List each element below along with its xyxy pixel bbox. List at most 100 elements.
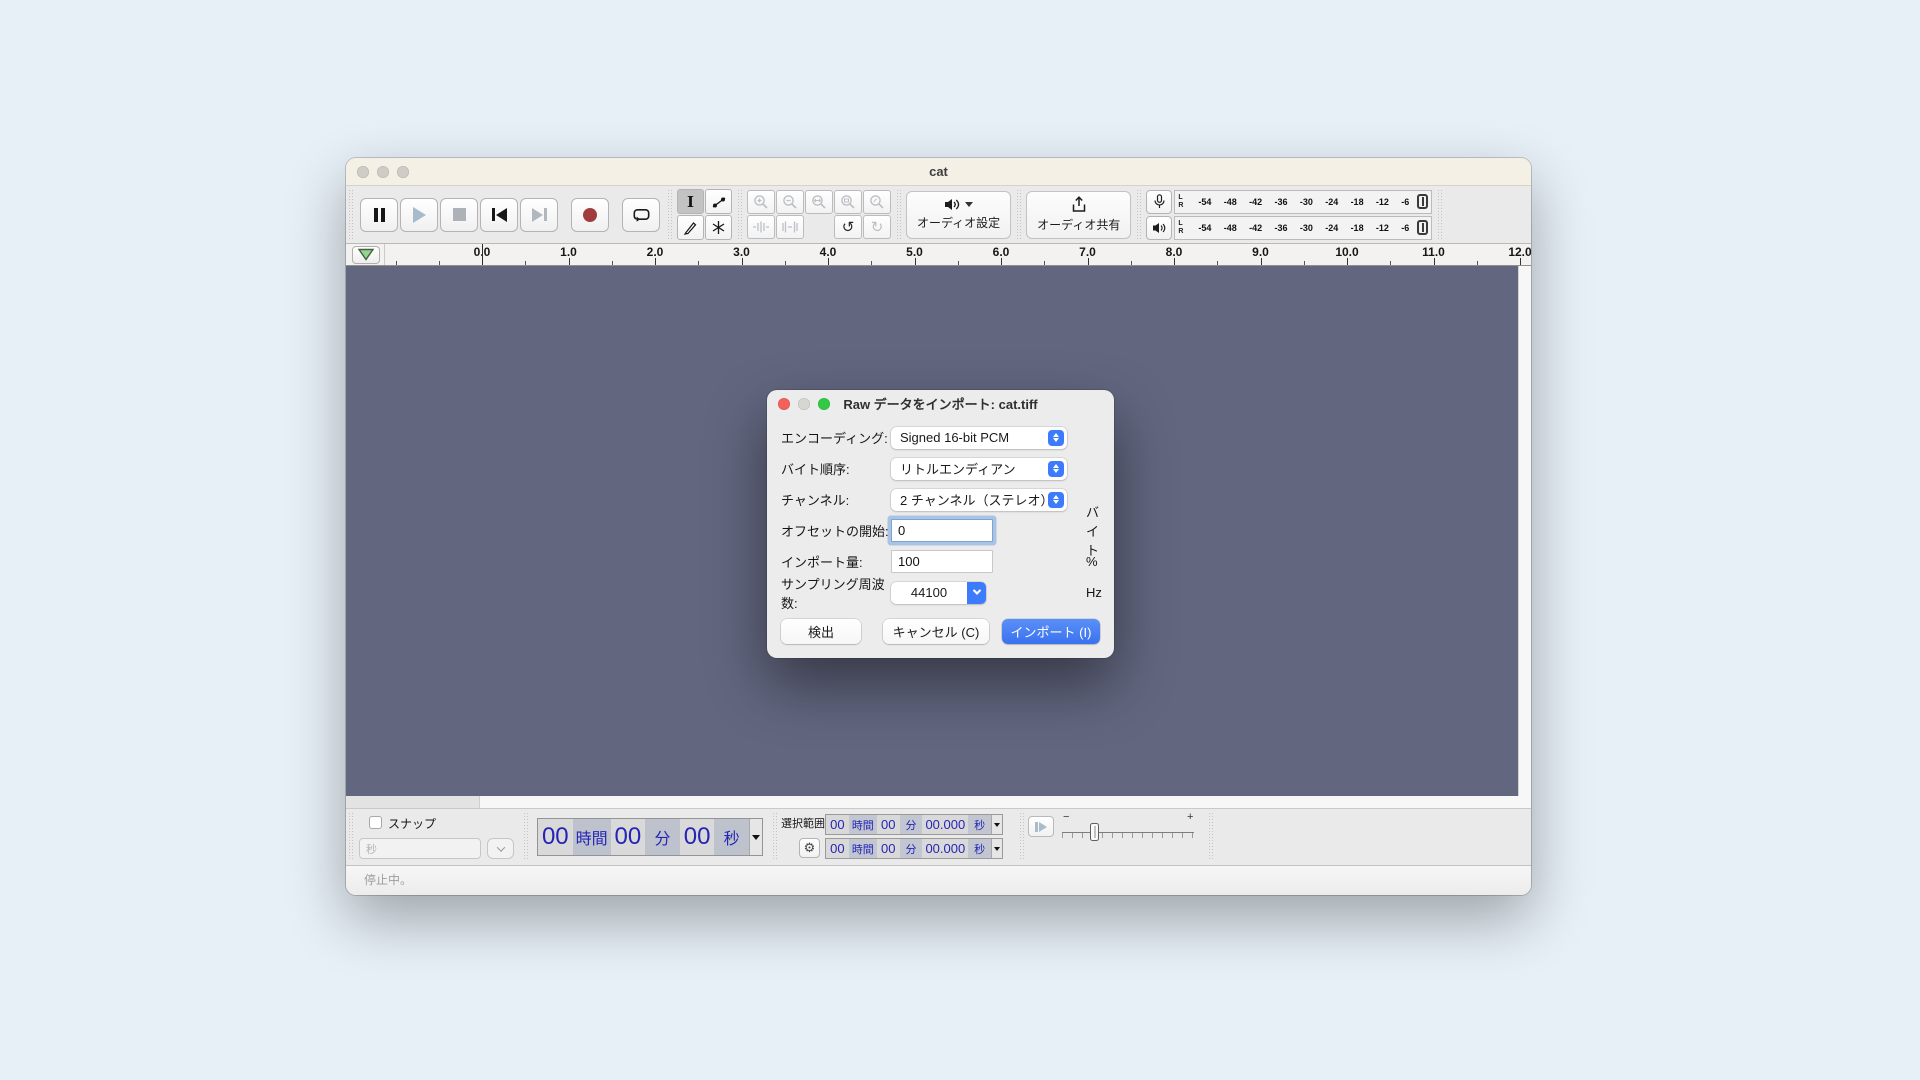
- loop-icon: [632, 207, 651, 222]
- snap-unit-select[interactable]: 秒: [359, 838, 481, 859]
- pause-button[interactable]: [360, 198, 398, 232]
- detect-button[interactable]: 検出: [781, 619, 861, 644]
- draw-tool-button[interactable]: [677, 215, 704, 240]
- play-at-speed-icon: [1035, 822, 1038, 832]
- meter-channel-label: L: [1178, 194, 1183, 202]
- sample-rate-combo[interactable]: 44100: [891, 582, 986, 604]
- zoom-fit-button[interactable]: [834, 190, 862, 214]
- selection-end-field[interactable]: 00時間00分00.000秒: [825, 838, 1003, 859]
- play-button[interactable]: [400, 198, 438, 232]
- zoom-out-button[interactable]: [776, 190, 804, 214]
- toolbar-grip[interactable]: [1014, 190, 1023, 239]
- audio-share-button[interactable]: オーディオ共有: [1026, 191, 1131, 239]
- chevron-down-icon: [752, 835, 760, 840]
- toolbar-grip[interactable]: [894, 190, 903, 239]
- dialog-zoom-button[interactable]: [818, 398, 830, 410]
- selection-format-dropdown[interactable]: [991, 839, 1002, 858]
- combo-dropdown-button[interactable]: [967, 582, 986, 604]
- playback-meter-button[interactable]: [1146, 216, 1172, 240]
- loop-button[interactable]: [622, 198, 660, 232]
- toolbar-grip[interactable]: [1017, 813, 1026, 861]
- ruler-label: 9.0: [1252, 245, 1269, 259]
- stop-button[interactable]: [440, 198, 478, 232]
- toolbar-grip[interactable]: [521, 813, 530, 861]
- dialog-body: エンコーディング: Signed 16-bit PCM バイト順序: リトルエン…: [767, 417, 1114, 608]
- skip-to-end-button[interactable]: [520, 198, 558, 232]
- tools-toolbar: I: [677, 189, 732, 240]
- edit-toolbar-spacer: [805, 215, 833, 239]
- timeline-toolbar: 0.01.02.03.04.05.06.07.08.09.010.011.012…: [346, 244, 1531, 266]
- selection-start-field[interactable]: 00時間00分00.000秒: [825, 814, 1003, 835]
- playback-meter: LR -54-48-42-36-30-24-18-12-6: [1146, 216, 1432, 240]
- zoom-toggle-button[interactable]: [863, 190, 891, 214]
- playhead-cursor: [482, 244, 483, 265]
- play-at-speed-button[interactable]: [1028, 816, 1054, 837]
- toolbar-grip[interactable]: [346, 813, 355, 861]
- trim-audio-button[interactable]: [747, 215, 775, 239]
- toolbar-grip[interactable]: [346, 190, 355, 239]
- zoom-in-button[interactable]: [747, 190, 775, 214]
- meter-channel-label: R: [1178, 202, 1183, 210]
- meter-scale: -54-48-42-36-30-24-18-12-6: [1186, 223, 1417, 233]
- record-button[interactable]: [571, 198, 609, 232]
- channels-label: チャンネル:: [781, 490, 891, 509]
- ruler-label: 5.0: [906, 245, 923, 259]
- ruler-label: 3.0: [733, 245, 750, 259]
- audio-setup-label: オーディオ設定: [917, 214, 1000, 231]
- audio-position-display[interactable]: 00時間00分00秒: [537, 818, 763, 856]
- toolbar-grip[interactable]: [665, 190, 674, 239]
- popup-stepper-icon: [1048, 430, 1064, 446]
- time-format-dropdown[interactable]: [749, 819, 762, 855]
- channels-select[interactable]: 2 チャンネル（ステレオ）: [891, 489, 1067, 511]
- time-digits[interactable]: 00時間00分00秒: [538, 819, 749, 855]
- import-button[interactable]: インポート (I): [1002, 619, 1100, 644]
- speed-slider-thumb[interactable]: [1090, 823, 1099, 841]
- envelope-tool-button[interactable]: [705, 189, 732, 214]
- silence-audio-button[interactable]: [776, 215, 804, 239]
- recording-meter-bar[interactable]: LR -54-48-42-36-30-24-18-12-6: [1174, 190, 1432, 214]
- toolbar-grip[interactable]: [735, 190, 744, 239]
- timeline-ruler[interactable]: 0.01.02.03.04.05.06.07.08.09.010.011.012…: [384, 244, 1531, 265]
- pin-triangle-icon: [357, 248, 375, 261]
- byte-order-select[interactable]: リトルエンディアン: [891, 458, 1067, 480]
- toolbar-grip[interactable]: [770, 813, 779, 861]
- toolbar-grip[interactable]: [1206, 813, 1215, 861]
- horizontal-scrollbar[interactable]: [346, 796, 1531, 809]
- dialog-titlebar[interactable]: Raw データをインポート: cat.tiff: [767, 390, 1114, 417]
- redo-button[interactable]: ↻: [863, 215, 891, 239]
- encoding-select[interactable]: Signed 16-bit PCM: [891, 427, 1067, 449]
- vertical-scrollbar[interactable]: [1518, 266, 1531, 796]
- zoom-selection-button[interactable]: [805, 190, 833, 214]
- playback-meter-bar[interactable]: LR -54-48-42-36-30-24-18-12-6: [1174, 216, 1432, 240]
- amount-input[interactable]: [891, 550, 993, 573]
- selection-tool-button[interactable]: I: [677, 189, 704, 214]
- loop-region-button[interactable]: [352, 246, 380, 264]
- meter-channel-label: L: [1178, 220, 1183, 228]
- ruler-label: 10.0: [1335, 245, 1358, 259]
- selection-format-dropdown[interactable]: [991, 815, 1002, 834]
- snap-checkbox[interactable]: [369, 816, 382, 829]
- byte-order-label: バイト順序:: [781, 459, 891, 478]
- selection-start-digits[interactable]: 00時間00分00.000秒: [826, 815, 991, 834]
- offset-input[interactable]: [891, 519, 993, 542]
- snap-unit-value: 秒: [366, 841, 377, 857]
- window-title: cat: [346, 158, 1531, 186]
- multi-tool-button[interactable]: [705, 215, 732, 240]
- snap-unit-dropdown-button[interactable]: [487, 838, 514, 859]
- selection-end-digits[interactable]: 00時間00分00.000秒: [826, 839, 991, 858]
- skip-to-start-button[interactable]: [480, 198, 518, 232]
- recording-meter-button[interactable]: [1146, 190, 1172, 214]
- toolbar-grip[interactable]: [1435, 190, 1444, 239]
- selection-options-button[interactable]: ⚙: [799, 838, 820, 858]
- undo-button[interactable]: ↺: [834, 215, 862, 239]
- microphone-icon: [1154, 194, 1165, 209]
- audio-setup-button[interactable]: オーディオ設定: [906, 191, 1011, 239]
- snapping-toolbar: スナップ 秒: [355, 809, 521, 865]
- chevron-down-icon: [994, 847, 1000, 851]
- dialog-traffic-lights: [767, 398, 830, 410]
- window-titlebar[interactable]: cat: [346, 158, 1531, 186]
- dialog-close-button[interactable]: [778, 398, 790, 410]
- meter-channel-label: R: [1178, 228, 1183, 236]
- cancel-button[interactable]: キャンセル (C): [883, 619, 989, 644]
- toolbar-grip[interactable]: [1134, 190, 1143, 239]
